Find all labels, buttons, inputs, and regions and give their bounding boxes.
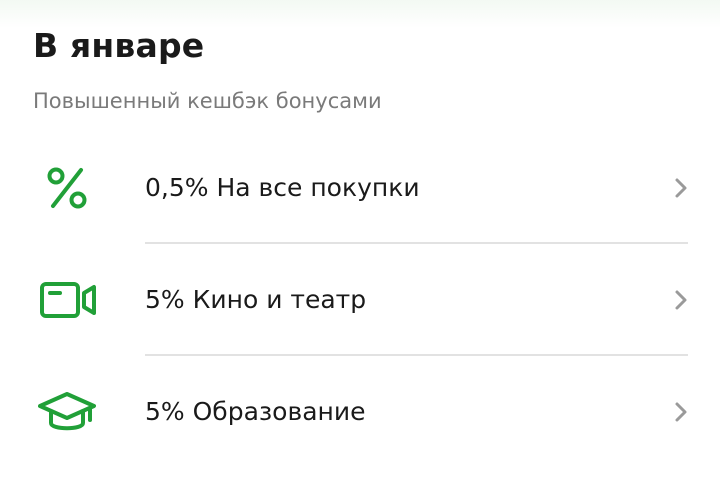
page-title: В январе — [33, 26, 205, 65]
chevron-right-icon — [675, 402, 687, 422]
chevron-right-icon — [675, 178, 687, 198]
percent-icon — [47, 167, 87, 209]
page-subtitle: Повышенный кешбэк бонусами — [33, 89, 382, 113]
cashback-item-cinema-theatre[interactable]: 5% Кино и театр — [0, 244, 720, 356]
graduation-cap-icon — [38, 392, 96, 431]
cashback-screen: В январе Повышенный кешбэк бонусами 0,5%… — [0, 0, 720, 477]
cashback-item-label: 0,5% На все покупки — [145, 173, 420, 202]
video-camera-icon — [40, 282, 96, 318]
cashback-item-education[interactable]: 5% Образование — [0, 356, 720, 468]
cashback-item-label: 5% Образование — [145, 397, 366, 426]
chevron-right-icon — [675, 290, 687, 310]
cashback-item-all-purchases[interactable]: 0,5% На все покупки — [0, 132, 720, 244]
cashback-item-label: 5% Кино и театр — [145, 285, 367, 314]
cashback-category-list: 0,5% На все покупки 5% Кино и театр 5% О… — [0, 132, 720, 468]
